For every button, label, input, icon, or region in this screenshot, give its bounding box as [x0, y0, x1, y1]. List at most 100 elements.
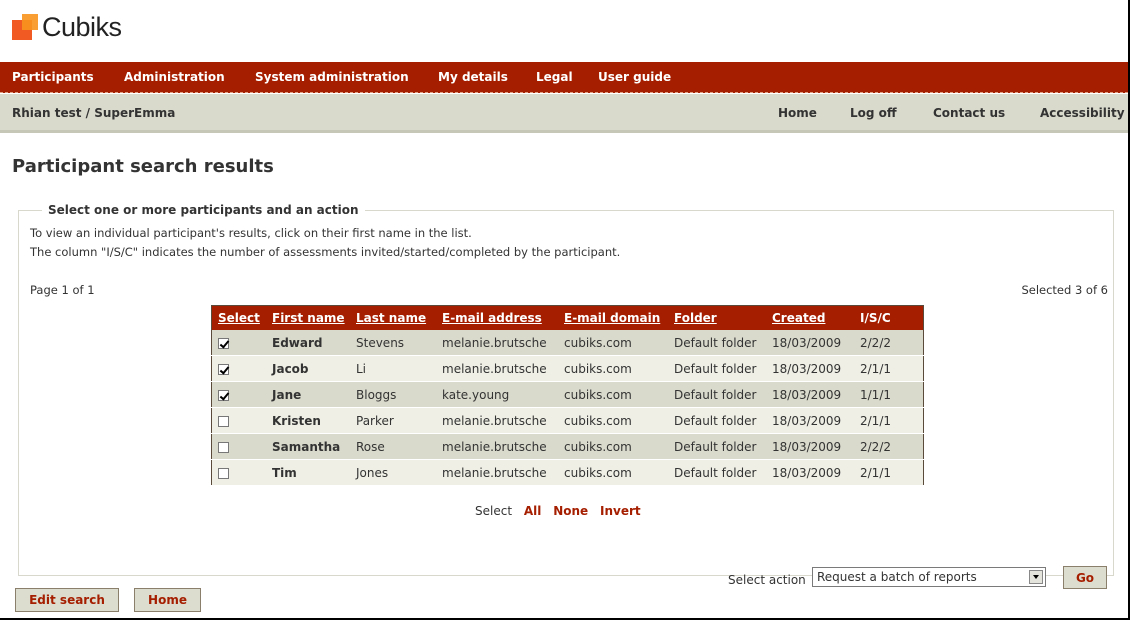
- created-date: 18/03/2009: [766, 407, 854, 434]
- col-isc: I/S/C: [854, 305, 924, 330]
- page-indicator: Page 1 of 1: [30, 283, 95, 297]
- isc-count: 2/2/2: [854, 433, 924, 460]
- folder: Default folder: [668, 459, 766, 486]
- email-domain: cubiks.com: [558, 330, 668, 356]
- created-date: 18/03/2009: [766, 433, 854, 460]
- sub-navigation: Rhian test / SuperEmma Home Log off Cont…: [0, 94, 1128, 133]
- col-email-address[interactable]: E-mail address: [436, 305, 558, 330]
- folder: Default folder: [668, 407, 766, 434]
- nav-participants[interactable]: Participants: [12, 70, 94, 84]
- home-button[interactable]: Home: [134, 588, 201, 612]
- email-domain: cubiks.com: [558, 459, 668, 486]
- nav-user-guide[interactable]: User guide: [598, 70, 671, 84]
- table-row: Jacob Li melanie.brutsche cubiks.com Default…: [211, 355, 924, 382]
- email-address: melanie.brutsche: [436, 355, 558, 382]
- first-name-link[interactable]: Kristen: [266, 407, 350, 434]
- email-domain: cubiks.com: [558, 355, 668, 382]
- first-name-link[interactable]: Edward: [266, 330, 350, 356]
- row-checkbox[interactable]: [218, 467, 229, 479]
- selected-count: Selected 3 of 6: [1021, 283, 1108, 297]
- row-select-cell: [211, 355, 266, 382]
- email-address: melanie.brutsche: [436, 330, 558, 356]
- created-date: 18/03/2009: [766, 381, 854, 408]
- row-checkbox[interactable]: [218, 389, 229, 401]
- action-select-value: Request a batch of reports: [817, 570, 977, 584]
- brand-logo: Cubiks: [12, 10, 122, 44]
- link-log-off[interactable]: Log off: [850, 106, 897, 120]
- row-checkbox[interactable]: [218, 337, 229, 349]
- email-address: melanie.brutsche: [436, 407, 558, 434]
- select-all-link[interactable]: All: [524, 504, 542, 518]
- first-name-link[interactable]: Tim: [266, 459, 350, 486]
- action-label: Select action: [728, 573, 806, 587]
- info-text-view-results: To view an individual participant's resu…: [30, 226, 472, 240]
- bulk-select-links: Select All None Invert: [475, 504, 641, 518]
- col-email-domain[interactable]: E-mail domain: [558, 305, 668, 330]
- nav-legal[interactable]: Legal: [536, 70, 573, 84]
- bulk-select-label: Select: [475, 504, 513, 518]
- email-address: kate.young: [436, 381, 558, 408]
- main-navigation: Participants Administration System admin…: [0, 62, 1128, 93]
- table-row: Tim Jones melanie.brutsche cubiks.com Defaul…: [211, 459, 924, 486]
- table-row: Jane Bloggs kate.young cubiks.com Default fo…: [211, 381, 924, 408]
- first-name-link[interactable]: Samantha: [266, 433, 350, 460]
- last-name: Rose: [350, 433, 436, 460]
- nav-administration[interactable]: Administration: [124, 70, 225, 84]
- nav-system-administration[interactable]: System administration: [255, 70, 409, 84]
- col-last-name[interactable]: Last name: [350, 305, 436, 330]
- nav-my-details[interactable]: My details: [438, 70, 508, 84]
- link-contact-us[interactable]: Contact us: [933, 106, 1005, 120]
- action-select[interactable]: Request a batch of reports: [812, 567, 1046, 587]
- info-text-isc: The column "I/S/C" indicates the number …: [30, 245, 621, 259]
- row-select-cell: [211, 433, 266, 460]
- col-created[interactable]: Created: [766, 305, 854, 330]
- chevron-down-icon[interactable]: [1029, 570, 1043, 584]
- email-domain: cubiks.com: [558, 381, 668, 408]
- folder: Default folder: [668, 355, 766, 382]
- page-title: Participant search results: [12, 156, 274, 177]
- created-date: 18/03/2009: [766, 355, 854, 382]
- isc-count: 2/1/1: [854, 355, 924, 382]
- link-home[interactable]: Home: [778, 106, 817, 120]
- isc-count: 1/1/1: [854, 381, 924, 408]
- first-name-link[interactable]: Jacob: [266, 355, 350, 382]
- isc-count: 2/2/2: [854, 330, 924, 356]
- select-invert-link[interactable]: Invert: [600, 504, 641, 518]
- isc-count: 2/1/1: [854, 459, 924, 486]
- row-checkbox[interactable]: [218, 415, 229, 427]
- panel-legend: Select one or more participants and an a…: [42, 203, 365, 217]
- table-row: Samantha Rose melanie.brutsche cubiks.com De…: [211, 433, 924, 460]
- last-name: Stevens: [350, 330, 436, 356]
- last-name: Li: [350, 355, 436, 382]
- isc-count: 2/1/1: [854, 407, 924, 434]
- row-checkbox[interactable]: [218, 441, 229, 453]
- folder: Default folder: [668, 433, 766, 460]
- email-address: melanie.brutsche: [436, 433, 558, 460]
- table-row: Edward Stevens melanie.brutsche cubiks.com D…: [211, 330, 924, 356]
- email-domain: cubiks.com: [558, 407, 668, 434]
- col-folder[interactable]: Folder: [668, 305, 766, 330]
- table-header-row: Select First name Last name E-mail addre…: [211, 305, 924, 330]
- col-first-name[interactable]: First name: [266, 305, 350, 330]
- last-name: Parker: [350, 407, 436, 434]
- col-select[interactable]: Select: [211, 305, 266, 330]
- current-user: Rhian test / SuperEmma: [12, 106, 176, 120]
- row-select-cell: [211, 330, 266, 356]
- email-address: melanie.brutsche: [436, 459, 558, 486]
- participants-table: Select First name Last name E-mail addre…: [211, 305, 924, 486]
- go-button[interactable]: Go: [1063, 566, 1107, 589]
- first-name-link[interactable]: Jane: [266, 381, 350, 408]
- created-date: 18/03/2009: [766, 330, 854, 356]
- folder: Default folder: [668, 330, 766, 356]
- link-accessibility[interactable]: Accessibility: [1040, 106, 1125, 120]
- row-checkbox[interactable]: [218, 363, 229, 375]
- row-select-cell: [211, 459, 266, 486]
- select-none-link[interactable]: None: [553, 504, 588, 518]
- row-select-cell: [211, 381, 266, 408]
- cubiks-logo-icon: [12, 14, 38, 40]
- edit-search-button[interactable]: Edit search: [15, 588, 119, 612]
- created-date: 18/03/2009: [766, 459, 854, 486]
- last-name: Jones: [350, 459, 436, 486]
- last-name: Bloggs: [350, 381, 436, 408]
- row-select-cell: [211, 407, 266, 434]
